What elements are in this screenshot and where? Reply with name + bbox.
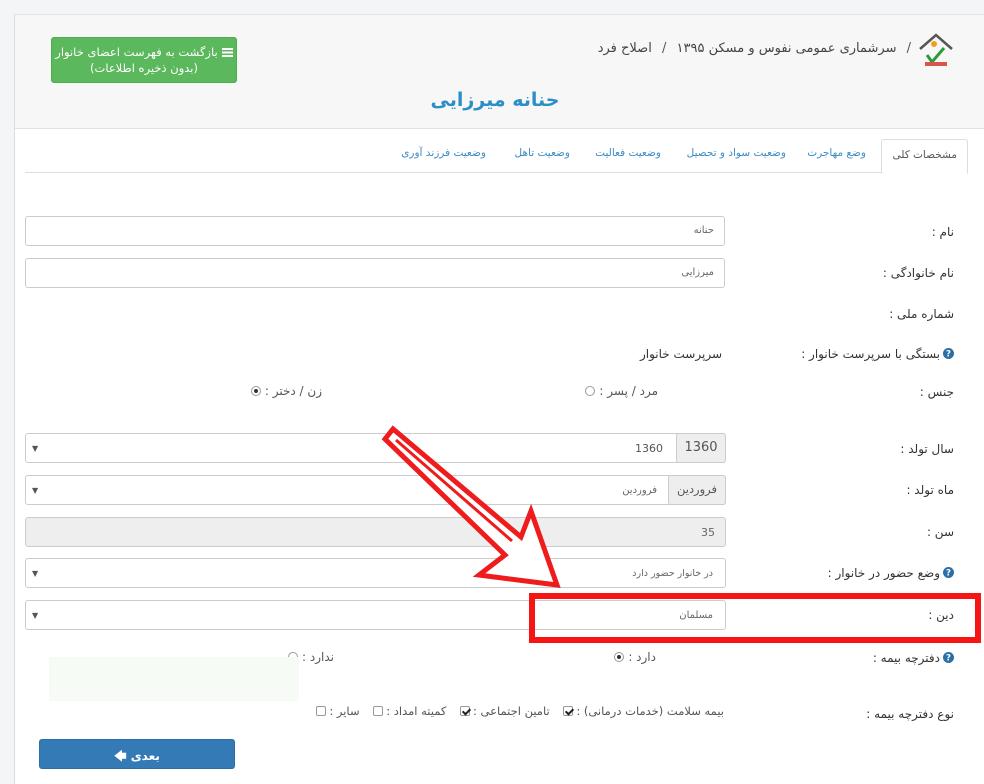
insurance-yes-label: دارد :	[628, 650, 656, 664]
age-input: 35	[25, 517, 726, 547]
birth-month-label: ماه تولد :	[906, 483, 954, 497]
birth-month-addon: فروردین	[668, 475, 726, 505]
gender-male-option[interactable]: مرد / پسر :	[585, 384, 658, 398]
insurance-type-social-label: تامین اجتماعی :	[473, 704, 550, 718]
breadcrumb-item-census[interactable]: سرشماری عمومی نفوس و مسکن ۱۳۹۵	[677, 41, 897, 56]
birth-year-select[interactable]: ▼ 1360	[25, 433, 726, 463]
insurance-type-health-checkbox[interactable]	[563, 706, 574, 716]
insurance-type-health-label: بیمه سلامت (خدمات درمانی) :	[576, 704, 724, 718]
back-to-household-list-button[interactable]: بازگشت به فهرست اعضای خانوار (بدون ذخیره…	[51, 37, 237, 83]
insurance-type-other-label: سایر :	[329, 704, 360, 718]
insurance-type-relief-checkbox[interactable]	[373, 706, 384, 716]
last-name-input[interactable]: میرزایی	[25, 258, 725, 288]
tab-activity[interactable]: وضعیت فعالیت	[595, 147, 661, 159]
question-circle-icon[interactable]: ?	[943, 652, 954, 663]
chevron-down-icon: ▼	[32, 444, 39, 453]
breadcrumb-separator: /	[906, 41, 911, 56]
back-button-label: بازگشت به فهرست اعضای خانوار	[55, 45, 218, 59]
annotation-arrow-icon	[381, 425, 561, 588]
birth-year-value: 1360	[635, 442, 663, 455]
chevron-down-icon: ▼	[32, 611, 39, 620]
svg-text:?: ?	[946, 569, 951, 578]
insurance-type-label: نوع دفترچه بیمه :	[866, 707, 954, 721]
gender-male-label: مرد / پسر :	[599, 384, 658, 398]
next-button-label: بعدی	[130, 749, 160, 763]
page-title: حنانه میرزایی	[430, 89, 560, 111]
blurred-area	[49, 657, 299, 701]
breadcrumb-item-edit-person: اصلاح فرد	[597, 41, 652, 56]
census-logo-icon	[919, 33, 953, 66]
insurance-type-other-checkbox[interactable]	[316, 706, 327, 716]
relation-value: سرپرست خانوار	[639, 347, 722, 361]
arrow-left-icon: 🡄	[114, 749, 127, 763]
birth-year-label: سال تولد :	[900, 442, 954, 456]
question-circle-icon[interactable]: ?	[943, 567, 954, 578]
insurance-type-social[interactable]: تامین اجتماعی :	[460, 704, 550, 718]
breadcrumb-separator: /	[661, 41, 667, 56]
insurance-type-relief[interactable]: کمیته امداد :	[373, 704, 446, 718]
birth-year-addon: 1360	[676, 433, 726, 463]
chevron-down-icon: ▼	[32, 569, 39, 578]
insurance-type-relief-label: کمیته امداد :	[386, 704, 447, 718]
insurance-yes-option[interactable]: دارد :	[614, 650, 656, 664]
tab-marital[interactable]: وضعیت تاهل	[515, 147, 570, 159]
tab-fertility[interactable]: وضعیت فرزند آوری	[401, 147, 486, 159]
birth-month-select[interactable]: ▼ فروردین	[25, 475, 726, 505]
insurance-book-label-text: دفترچه بیمه :	[872, 651, 940, 665]
first-name-label: نام :	[931, 225, 954, 239]
insurance-book-label: ? دفترچه بیمه :	[873, 651, 954, 665]
gender-female-option[interactable]: زن / دختر :	[250, 384, 322, 398]
next-button[interactable]: بعدی 🡄	[39, 739, 235, 769]
birth-month-value: فروردین	[622, 485, 657, 496]
gender-male-radio[interactable]	[585, 386, 596, 396]
national-id-label: شماره ملی :	[889, 307, 954, 321]
highlight-box	[529, 593, 981, 643]
svg-text:?: ?	[946, 350, 951, 359]
tab-migration[interactable]: وضع مهاجرت	[807, 147, 866, 159]
tab-bar: مشخصات کلی وضع مهاجرت وضعیت سواد و تحصیل…	[25, 139, 968, 174]
relation-label-text: بستگی با سرپرست خانوار :	[801, 347, 940, 361]
tab-education[interactable]: وضعیت سواد و تحصیل	[687, 147, 786, 159]
insurance-no-label: ندارد :	[302, 650, 334, 664]
insurance-yes-radio[interactable]	[614, 652, 625, 662]
age-label: سن :	[926, 525, 954, 539]
svg-text:?: ?	[946, 654, 951, 663]
presence-label: ? وضع حضور در خانوار :	[828, 566, 954, 580]
presence-value: در خانوار حضور دارد	[632, 568, 713, 579]
list-icon	[221, 48, 233, 57]
insurance-type-options: بیمه سلامت (خدمات درمانی) : تامین اجتماع…	[306, 704, 724, 718]
gender-female-radio[interactable]	[250, 386, 261, 396]
insurance-type-social-checkbox[interactable]	[460, 706, 471, 716]
chevron-down-icon: ▼	[32, 486, 39, 495]
last-name-label: نام خانوادگی :	[882, 266, 954, 280]
question-circle-icon[interactable]: ?	[943, 348, 954, 359]
app-frame: بازگشت به فهرست اعضای خانوار (بدون ذخیره…	[14, 14, 984, 784]
relation-label: ? بستگی با سرپرست خانوار :	[801, 347, 954, 361]
insurance-type-health[interactable]: بیمه سلامت (خدمات درمانی) :	[563, 704, 724, 718]
back-button-sublabel: (بدون ذخیره اطلاعات)	[90, 61, 198, 75]
first-name-input[interactable]: حنانه	[25, 216, 725, 246]
presence-select[interactable]: ▼ در خانوار حضور دارد	[25, 558, 726, 588]
tab-general[interactable]: مشخصات کلی	[881, 139, 968, 174]
insurance-type-other[interactable]: سایر :	[316, 704, 360, 718]
gender-label: جنس :	[919, 385, 954, 399]
gender-female-label: زن / دختر :	[264, 384, 322, 398]
page-header: بازگشت به فهرست اعضای خانوار (بدون ذخیره…	[15, 15, 984, 129]
breadcrumb: / سرشماری عمومی نفوس و مسکن ۱۳۹۵ / اصلاح…	[598, 41, 917, 56]
presence-label-text: وضع حضور در خانوار :	[827, 566, 940, 580]
